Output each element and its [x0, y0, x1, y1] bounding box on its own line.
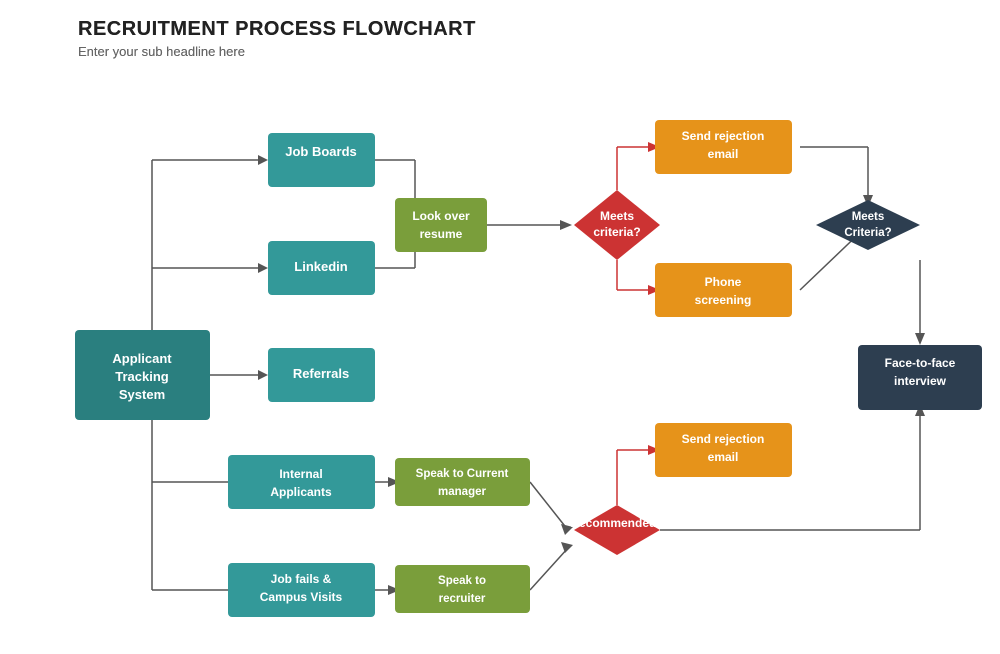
- svg-text:criteria?: criteria?: [593, 225, 640, 239]
- look-over-resume-node: [395, 198, 487, 252]
- phone-screening-node: [655, 263, 792, 317]
- svg-text:System: System: [119, 387, 165, 402]
- job-boards-node: [268, 133, 375, 187]
- svg-text:resume: resume: [420, 227, 463, 241]
- svg-text:Criteria?: Criteria?: [844, 227, 891, 239]
- svg-text:Referrals: Referrals: [293, 366, 349, 381]
- title-area: RECRUITMENT PROCESS FLOWCHART Enter your…: [78, 18, 476, 59]
- svg-text:Face-to-face: Face-to-face: [885, 356, 956, 370]
- speak-current-manager-node: [395, 458, 530, 506]
- svg-text:Linkedin: Linkedin: [294, 259, 348, 274]
- meets-criteria-right-diamond: [816, 200, 920, 250]
- svg-text:Send rejection: Send rejection: [682, 129, 765, 143]
- svg-text:Job Boards: Job Boards: [285, 144, 357, 159]
- flowchart: Applicant Tracking System Job Boards Lin…: [0, 0, 1000, 654]
- svg-text:email: email: [708, 147, 739, 161]
- svg-text:Campus Visits: Campus Visits: [260, 590, 343, 604]
- svg-text:Look over: Look over: [412, 209, 470, 223]
- svg-text:Phone: Phone: [705, 275, 742, 289]
- main-title: RECRUITMENT PROCESS FLOWCHART: [78, 18, 476, 41]
- svg-text:recruiter: recruiter: [439, 593, 486, 605]
- svg-text:manager: manager: [438, 486, 486, 498]
- svg-text:Applicants: Applicants: [270, 485, 332, 499]
- svg-text:interview: interview: [894, 374, 947, 388]
- sub-title: Enter your sub headline here: [78, 44, 476, 59]
- svg-text:Tracking: Tracking: [115, 369, 169, 384]
- svg-text:email: email: [708, 450, 739, 464]
- recommended-diamond: [574, 505, 660, 555]
- svg-text:Speak to Current: Speak to Current: [416, 468, 509, 480]
- svg-text:screening: screening: [695, 293, 752, 307]
- svg-text:Internal: Internal: [279, 467, 322, 481]
- svg-text:Speak to: Speak to: [438, 575, 486, 587]
- svg-text:Meets: Meets: [600, 209, 634, 223]
- speak-recruiter-node: [395, 565, 530, 613]
- svg-text:Recommended?: Recommended?: [570, 516, 663, 530]
- svg-text:Job fails &: Job fails &: [271, 572, 332, 586]
- svg-text:Meets: Meets: [852, 211, 885, 223]
- internal-applicants-node: [228, 455, 375, 509]
- svg-text:Send rejection: Send rejection: [682, 432, 765, 446]
- svg-text:Applicant: Applicant: [112, 351, 172, 366]
